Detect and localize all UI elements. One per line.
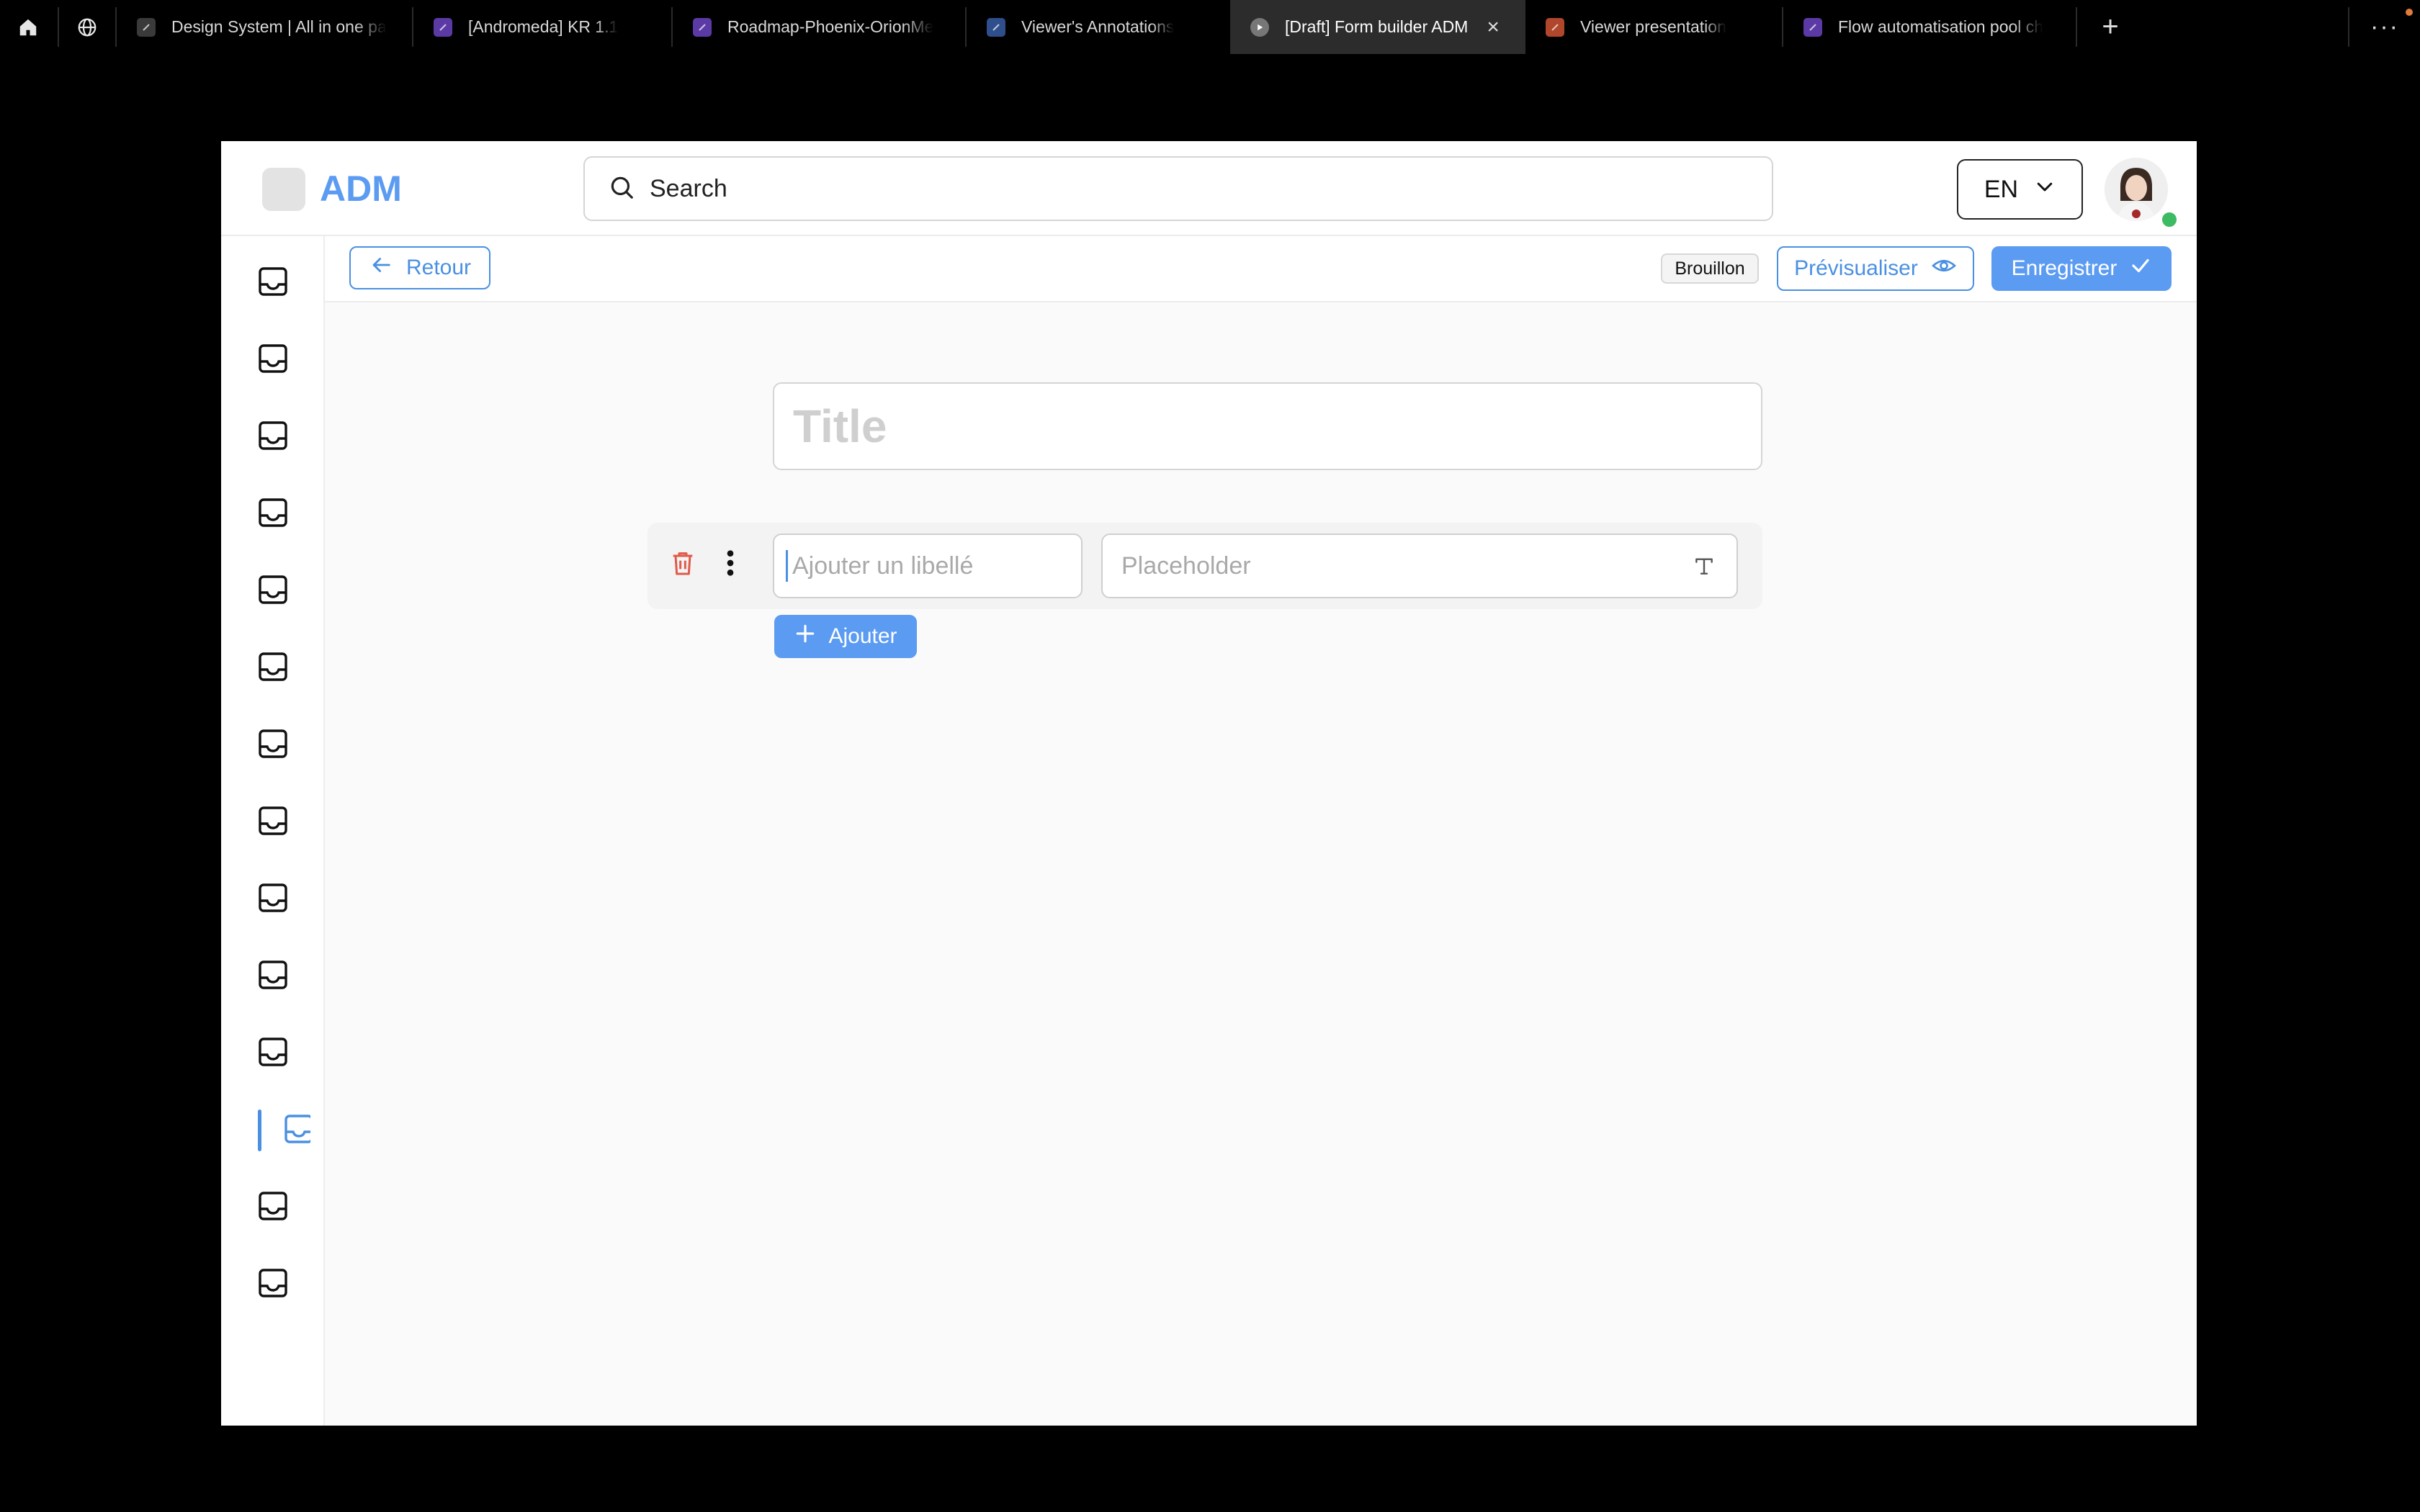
tab-label: Viewer's Annotations [1021, 17, 1175, 36]
browser-tab-active[interactable]: [Draft] Form builder ADM × [1230, 0, 1525, 54]
browser-tab[interactable]: Roadmap-Phoenix-OrionMe [673, 0, 965, 54]
form-title-input[interactable] [793, 400, 1729, 453]
status-badge: Brouillon [1661, 253, 1759, 284]
play-icon [1250, 17, 1269, 37]
file-icon [693, 17, 712, 37]
inbox-tray-icon [256, 1189, 290, 1227]
home-icon[interactable] [0, 0, 56, 54]
inbox-tray-icon [256, 341, 290, 379]
sidebar-item[interactable] [251, 570, 295, 613]
preview-button-label: Prévisualiser [1794, 256, 1918, 280]
preview-button[interactable]: Prévisualiser [1777, 246, 1974, 291]
file-icon [987, 17, 1005, 37]
app-header: ADM EN [221, 141, 2197, 236]
tab-label: Roadmap-Phoenix-OrionMe [727, 17, 934, 36]
inbox-tray-icon [256, 649, 290, 688]
add-field-button[interactable]: Ajouter [774, 615, 917, 658]
sidebar-active-indicator [258, 1110, 261, 1151]
file-icon [434, 17, 452, 37]
tab-label: Viewer presentation [1580, 17, 1726, 36]
tab-label: Design System | All in one pa [171, 17, 387, 36]
notification-dot [2406, 9, 2413, 16]
form-title-field[interactable] [773, 382, 1762, 470]
more-vertical-icon[interactable] [720, 546, 741, 580]
back-button-label: Retour [405, 256, 472, 279]
logo-icon [262, 168, 305, 211]
form-field-row [647, 523, 1762, 609]
file-icon [1803, 17, 1822, 37]
sidebar-item[interactable] [251, 261, 295, 305]
inbox-tray-icon [256, 1266, 290, 1304]
arrow-left-icon [369, 253, 393, 283]
browser-tab[interactable]: Flow automatisation pool ch [1783, 0, 2071, 54]
search-icon [608, 174, 635, 204]
sidebar-item[interactable] [251, 647, 295, 690]
search-box[interactable] [583, 156, 1773, 221]
sidebar-item[interactable] [251, 724, 295, 767]
browser-tab[interactable]: Design System | All in one pa [117, 0, 412, 54]
online-status-dot [2160, 210, 2179, 229]
sidebar-item[interactable] [251, 1032, 295, 1075]
text-type-icon[interactable] [1690, 552, 1718, 580]
field-placeholder-box[interactable] [1101, 534, 1738, 598]
search-input[interactable] [650, 174, 1658, 203]
sidebar-item[interactable] [282, 1109, 310, 1152]
language-value: EN [1984, 175, 2019, 203]
field-label-input[interactable] [792, 552, 1066, 580]
inbox-tray-icon [256, 804, 290, 842]
tab-label: [Draft] Form builder ADM [1285, 17, 1469, 36]
tab-label: [Andromeda] KR 1.1 [468, 17, 619, 36]
sidebar-item[interactable] [251, 801, 295, 844]
avatar[interactable] [2105, 158, 2168, 221]
trash-icon[interactable] [666, 546, 700, 580]
browser-tab[interactable]: Viewer presentation [1525, 0, 1782, 54]
text-caret [786, 550, 788, 582]
inbox-tray-icon [256, 958, 290, 996]
sidebar [221, 236, 325, 1426]
form-builder-canvas: Ajouter [325, 302, 2197, 1426]
logo-text: ADM [320, 168, 402, 209]
browser-tab[interactable]: [Andromeda] KR 1.1 [413, 0, 671, 54]
chevron-down-icon [2034, 176, 2056, 204]
sidebar-item[interactable] [251, 338, 295, 382]
inbox-tray-icon [256, 726, 290, 765]
globe-icon[interactable] [59, 0, 115, 54]
field-placeholder-input[interactable] [1121, 552, 1669, 580]
inbox-tray-icon [282, 1112, 310, 1150]
browser-tab[interactable]: Viewer's Annotations [967, 0, 1229, 54]
sidebar-item[interactable] [251, 492, 295, 536]
field-label-box[interactable] [773, 534, 1083, 598]
sidebar-item[interactable] [251, 415, 295, 459]
page-toolbar: Retour Brouillon Prévisualiser Enregistr… [325, 236, 2197, 302]
check-icon [2130, 255, 2151, 282]
sidebar-item[interactable] [251, 1186, 295, 1229]
close-icon[interactable]: × [1487, 15, 1500, 40]
tab-separator [2076, 7, 2077, 47]
save-button-label: Enregistrer [2011, 256, 2118, 280]
inbox-tray-icon [256, 881, 290, 919]
inbox-tray-icon [256, 264, 290, 302]
sidebar-item[interactable] [251, 878, 295, 921]
file-icon [137, 17, 156, 37]
tab-label: Flow automatisation pool ch [1838, 17, 2044, 36]
browser-tab-bar: Design System | All in one pa [Andromeda… [0, 0, 2420, 54]
inbox-tray-icon [256, 495, 290, 534]
inbox-tray-icon [256, 418, 290, 456]
sidebar-item[interactable] [251, 1263, 295, 1306]
inbox-tray-icon [256, 1035, 290, 1073]
inbox-tray-icon [256, 572, 290, 611]
file-icon [1546, 17, 1564, 37]
new-tab-button[interactable]: + [2089, 0, 2132, 54]
back-button[interactable]: Retour [349, 246, 490, 289]
language-select[interactable]: EN [1957, 159, 2083, 220]
eye-icon [1931, 253, 1957, 284]
sidebar-item[interactable] [251, 955, 295, 998]
plus-icon [794, 622, 817, 651]
app-window: ADM EN [221, 141, 2197, 1426]
save-button[interactable]: Enregistrer [1991, 246, 2172, 291]
add-field-button-label: Ajouter [828, 624, 897, 648]
